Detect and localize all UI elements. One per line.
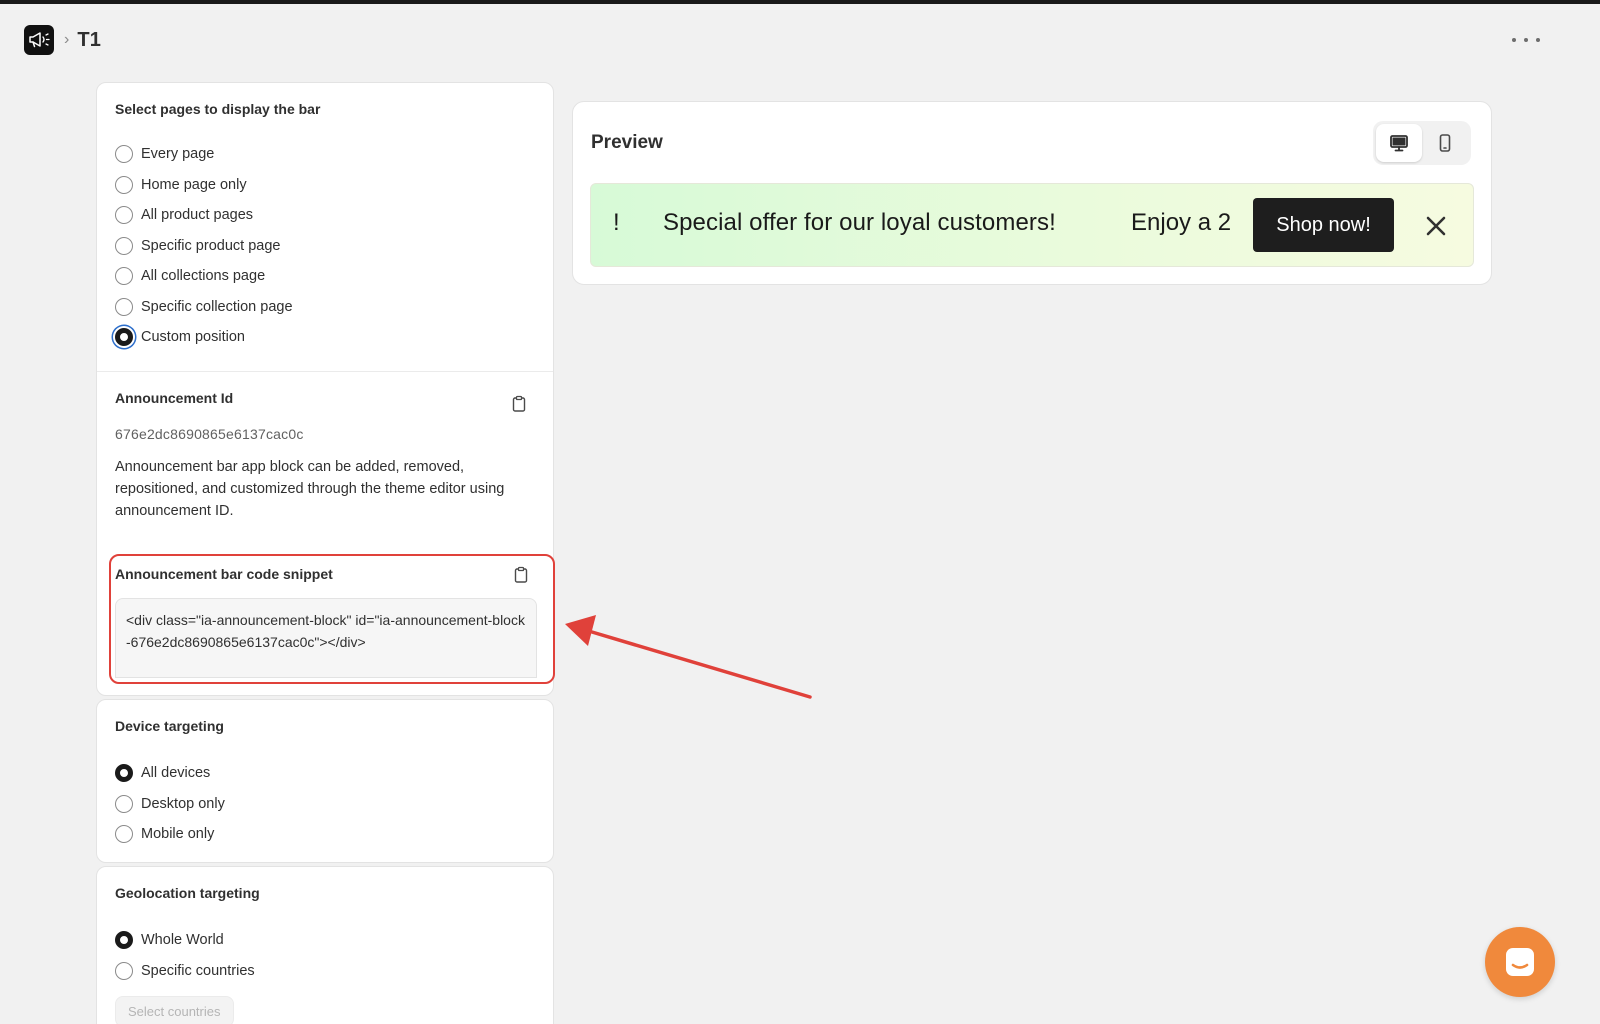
clipboard-icon[interactable] <box>511 565 531 585</box>
dot-icon <box>1512 38 1516 42</box>
desktop-icon <box>1390 135 1408 152</box>
radio-all-product-pages[interactable]: All product pages <box>115 200 535 231</box>
announcement-id-title: Announcement Id <box>115 390 234 406</box>
device-targeting-card: Device targeting All devices Desktop onl… <box>96 699 554 863</box>
settings-column: Select pages to display the bar Every pa… <box>96 82 555 1024</box>
dot-icon <box>1524 38 1528 42</box>
clipboard-icon[interactable] <box>509 394 529 414</box>
desktop-preview-button[interactable] <box>1376 124 1422 162</box>
radio-label: All devices <box>141 765 211 782</box>
radio-label: All product pages <box>141 207 254 224</box>
code-snippet-title: Announcement bar code snippet <box>115 566 333 582</box>
radio-specific-product-page[interactable]: Specific product page <box>115 231 535 262</box>
radio-label: Home page only <box>141 176 247 193</box>
close-icon[interactable] <box>1424 214 1448 238</box>
preview-title: Preview <box>591 132 663 153</box>
geolocation-targeting-section: Geolocation targeting Whole World Specif… <box>97 867 553 1024</box>
geolocation-targeting-title: Geolocation targeting <box>115 885 260 901</box>
breadcrumb-separator-icon: › <box>64 31 70 48</box>
pages-section-title: Select pages to display the bar <box>115 101 321 117</box>
announcement-bar-preview: ! Special offer for our loyal customers!… <box>590 183 1474 267</box>
radio-label: Specific countries <box>141 962 255 979</box>
radio-label: Every page <box>141 146 215 163</box>
device-radio-group: All devices Desktop only Mobile only <box>115 758 535 850</box>
device-toggle <box>1373 121 1471 165</box>
chat-icon <box>1506 948 1534 976</box>
radio-label: All collections page <box>141 268 266 285</box>
page-header: › T1 <box>24 25 101 55</box>
radio-home-page-only[interactable]: Home page only <box>115 170 535 201</box>
geolocation-targeting-card: Geolocation targeting Whole World Specif… <box>96 866 554 1024</box>
radio-label: Specific product page <box>141 237 281 254</box>
radio-desktop-only[interactable]: Desktop only <box>115 789 535 820</box>
radio-button[interactable] <box>115 825 133 844</box>
announcement-text-scrolling: Enjoy a 2 <box>1131 209 1232 236</box>
geo-radio-group: Whole World Specific countries <box>115 925 535 986</box>
radio-label: Specific collection page <box>141 298 293 315</box>
preview-card: Preview ! Special offer for our loyal cu… <box>572 101 1492 285</box>
radio-label: Mobile only <box>141 826 215 843</box>
radio-custom-position[interactable]: Custom position <box>115 322 535 353</box>
device-targeting-title: Device targeting <box>115 718 224 734</box>
megaphone-icon[interactable] <box>24 25 54 55</box>
radio-button[interactable] <box>115 267 133 286</box>
announcement-id-section: Announcement Id 676e2dc8690865e6137cac0c… <box>97 371 553 539</box>
announcement-id-description: Announcement bar app block can be added,… <box>115 459 505 519</box>
radio-all-collections-page[interactable]: All collections page <box>115 261 535 292</box>
pages-radio-group: Every page Home page only All product pa… <box>115 139 535 353</box>
announcement-prefix: ! <box>613 209 620 236</box>
radio-specific-countries[interactable]: Specific countries <box>115 956 535 987</box>
announcement-id-value: 676e2dc8690865e6137cac0c <box>115 426 304 442</box>
top-edge <box>0 0 1600 4</box>
radio-label: Whole World <box>141 932 224 949</box>
mobile-preview-button[interactable] <box>1422 124 1468 162</box>
radio-button[interactable] <box>115 764 133 783</box>
radio-button[interactable] <box>115 206 133 225</box>
radio-mobile-only[interactable]: Mobile only <box>115 819 535 850</box>
display-settings-card: Select pages to display the bar Every pa… <box>96 82 555 696</box>
chat-launcher-button[interactable] <box>1485 927 1555 997</box>
radio-button[interactable] <box>115 175 133 194</box>
more-actions-button[interactable] <box>1512 30 1540 50</box>
radio-specific-collection-page[interactable]: Specific collection page <box>115 292 535 323</box>
code-snippet-highlight: Announcement bar code snippet <div class… <box>109 554 555 684</box>
radio-button[interactable] <box>115 794 133 813</box>
shop-now-button[interactable]: Shop now! <box>1253 198 1394 252</box>
code-snippet-text[interactable]: <div class="ia-announcement-block" id="i… <box>115 598 537 678</box>
dot-icon <box>1536 38 1540 42</box>
device-targeting-section: Device targeting All devices Desktop onl… <box>97 700 553 868</box>
mobile-icon <box>1439 134 1451 152</box>
radio-button[interactable] <box>115 931 133 950</box>
radio-all-devices[interactable]: All devices <box>115 758 535 789</box>
radio-every-page[interactable]: Every page <box>115 139 535 170</box>
radio-whole-world[interactable]: Whole World <box>115 925 535 956</box>
radio-button[interactable] <box>115 961 133 980</box>
radio-button[interactable] <box>115 145 133 164</box>
radio-button[interactable] <box>115 297 133 316</box>
radio-label: Custom position <box>141 329 245 346</box>
radio-label: Desktop only <box>141 795 225 812</box>
radio-button[interactable] <box>115 236 133 255</box>
announcement-text: Special offer for our loyal customers! <box>663 209 1056 236</box>
pages-section: Select pages to display the bar Every pa… <box>97 83 553 371</box>
select-countries-button[interactable]: Select countries <box>115 996 234 1024</box>
radio-button[interactable] <box>115 328 133 347</box>
page-title: T1 <box>77 28 102 51</box>
